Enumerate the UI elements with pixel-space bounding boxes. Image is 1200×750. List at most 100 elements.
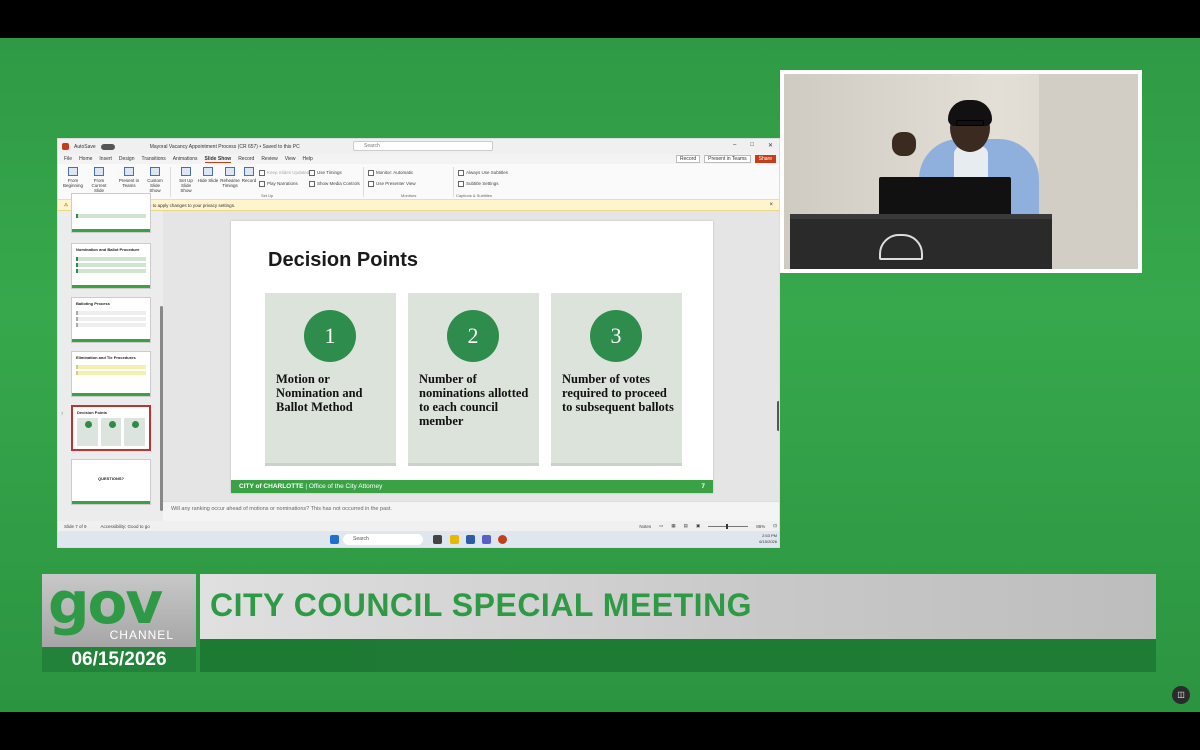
slide-canvas: Decision Points 1 Motion or Nomination a… [163, 211, 779, 501]
tab-transitions[interactable]: Transitions [142, 156, 166, 162]
minimize-icon[interactable]: – [733, 142, 736, 149]
office-text: | Office of the City Attorney [305, 483, 383, 490]
thumb-card [77, 418, 98, 446]
subtitle-settings-button[interactable]: Subtitle Settings [458, 181, 499, 187]
thumb-footer [72, 501, 150, 504]
play-narrations-check[interactable]: Play Narrations [259, 181, 298, 187]
group-label: Monitors [401, 193, 417, 198]
thumb-number: 7 [61, 411, 64, 416]
monitor-select[interactable]: Monitor: Automatic [368, 170, 413, 176]
captions-icon[interactable]: ◫ [1172, 686, 1190, 704]
thumb-title: Nomination and Ballot Procedure [76, 247, 140, 252]
present-in-teams-button[interactable]: Present in Teams [704, 155, 751, 163]
slide-thumbnails-pane: Nomination and Ballot Procedure Ballotin… [58, 193, 163, 521]
slide-thumbnail[interactable]: Nomination and Ballot Procedure [71, 243, 151, 289]
tab-record[interactable]: Record [238, 156, 254, 162]
outlook-icon[interactable] [466, 535, 475, 544]
card-number: 2 [447, 310, 499, 362]
autosave-toggle[interactable] [100, 143, 115, 150]
slide-scrollbar[interactable] [777, 401, 779, 431]
accessibility-status[interactable]: Accessibility: Good to go [101, 524, 150, 529]
thumb-card [100, 418, 122, 446]
maximize-icon[interactable]: □ [750, 142, 754, 149]
taskbar-search[interactable]: Search [343, 534, 423, 545]
share-button[interactable]: Share [754, 155, 776, 163]
thumb-footer [72, 339, 150, 342]
slide-footer: CITY of CHARLOTTE | Office of the City A… [231, 480, 713, 493]
hide-slide-icon [203, 167, 213, 176]
show-media-controls-check[interactable]: Show Media Controls [309, 181, 360, 187]
editor-body: Nomination and Ballot Procedure Ballotin… [58, 193, 779, 521]
slide-counter: Slide 7 of 9 [64, 523, 87, 529]
thumb-line [76, 365, 146, 369]
hide-slide-button[interactable]: Hide Slide [197, 167, 219, 183]
card-text: Number of nominations allotted to each c… [419, 372, 529, 428]
close-icon[interactable]: × [769, 202, 773, 208]
slide-thumbnail[interactable]: Elimination and Tie Procedures [71, 351, 151, 397]
clock-date: 6/15/2026 [759, 539, 777, 544]
powerpoint-logo-icon [62, 143, 69, 150]
tab-insert[interactable]: Insert [99, 156, 112, 162]
powerpoint-taskbar-icon[interactable] [498, 535, 507, 544]
record-button[interactable]: Record [675, 155, 701, 163]
tab-view[interactable]: View [285, 156, 296, 162]
broadcast-frame: AutoSave Mayoral Vacancy Appointment Pro… [0, 0, 1200, 750]
present-teams-ribbon-button[interactable]: Present in Teams [118, 167, 140, 188]
tab-design[interactable]: Design [119, 156, 135, 162]
custom-slide-show-button[interactable]: Custom Slide Show [144, 167, 166, 193]
record-ribbon-button[interactable]: Record [238, 167, 260, 183]
tab-home[interactable]: Home [79, 156, 92, 162]
task-view-icon[interactable] [433, 535, 442, 544]
set-up-slide-show-button[interactable]: Set Up Slide Show [175, 167, 197, 193]
status-right: Notes ▭ ▦ ▤ ▣ 86% ⊡ [639, 523, 777, 529]
powerpoint-window: AutoSave Mayoral Vacancy Appointment Pro… [57, 138, 780, 548]
slide-thumbnail[interactable] [71, 193, 151, 233]
speaker-notes[interactable]: Will any ranking occur ahead of motions … [163, 501, 779, 521]
slideshow-view-icon[interactable]: ▣ [696, 523, 700, 529]
windows-start-icon[interactable] [330, 535, 339, 544]
close-icon[interactable]: ✕ [768, 142, 773, 149]
card-bottom-edge [265, 463, 396, 466]
zoom-slider[interactable] [708, 523, 749, 529]
file-explorer-icon[interactable] [450, 535, 459, 544]
tab-help[interactable]: Help [302, 156, 312, 162]
current-slide[interactable]: Decision Points 1 Motion or Nomination a… [231, 221, 713, 493]
thumb-line [76, 257, 146, 261]
fit-slide-icon[interactable]: ⊡ [773, 523, 777, 529]
reading-view-icon[interactable]: ▤ [684, 523, 688, 529]
tab-file[interactable]: File [64, 156, 72, 162]
teams-icon[interactable] [482, 535, 491, 544]
ribbon-actions: Record Present in Teams Share [675, 155, 776, 163]
sorter-view-icon[interactable]: ▦ [671, 523, 675, 529]
thumb-card [124, 418, 146, 446]
normal-view-icon[interactable]: ▭ [659, 523, 663, 529]
letterbox-top [0, 0, 1200, 38]
tab-slide-show[interactable]: Slide Show [204, 156, 232, 163]
warning-icon: ⚠ [64, 202, 69, 207]
ribbon: From Beginning From Current Slide Presen… [58, 164, 779, 200]
always-use-subtitles-check[interactable]: Always Use Subtitles [458, 170, 508, 176]
thumb-title: Balloting Process [76, 301, 110, 306]
notes-button[interactable]: Notes [639, 524, 651, 529]
slide-thumbnail[interactable]: Balloting Process [71, 297, 151, 343]
group-label: Captions & Subtitles [456, 193, 493, 198]
slide-thumbnail[interactable]: QUESTIONS? [71, 459, 151, 505]
thumb-footer [72, 229, 150, 232]
use-timings-check[interactable]: Use Timings [309, 170, 342, 176]
slide-thumbnail-selected[interactable]: Decision Points [71, 405, 151, 451]
search-input[interactable]: Search [353, 141, 493, 151]
keep-slides-updated-check[interactable]: Keep Slides Updated [259, 170, 309, 176]
slide-page-number: 7 [701, 483, 705, 490]
zoom-level: 86% [756, 523, 766, 529]
ribbon-tabs: File Home Insert Design Transitions Anim… [58, 154, 779, 164]
use-presenter-view-check[interactable]: Use Presenter View [368, 181, 416, 187]
thumb-card-dot [132, 421, 140, 428]
banner-strip [200, 639, 1156, 672]
tab-animations[interactable]: Animations [173, 156, 198, 162]
from-current-slide-button[interactable]: From Current Slide [88, 167, 110, 193]
clock: 2:53 PM 6/15/2026 [759, 533, 777, 545]
letterbox-bottom [0, 712, 1200, 750]
play-current-icon [94, 167, 104, 176]
from-beginning-button[interactable]: From Beginning [62, 167, 84, 188]
tab-review[interactable]: Review [261, 156, 277, 162]
